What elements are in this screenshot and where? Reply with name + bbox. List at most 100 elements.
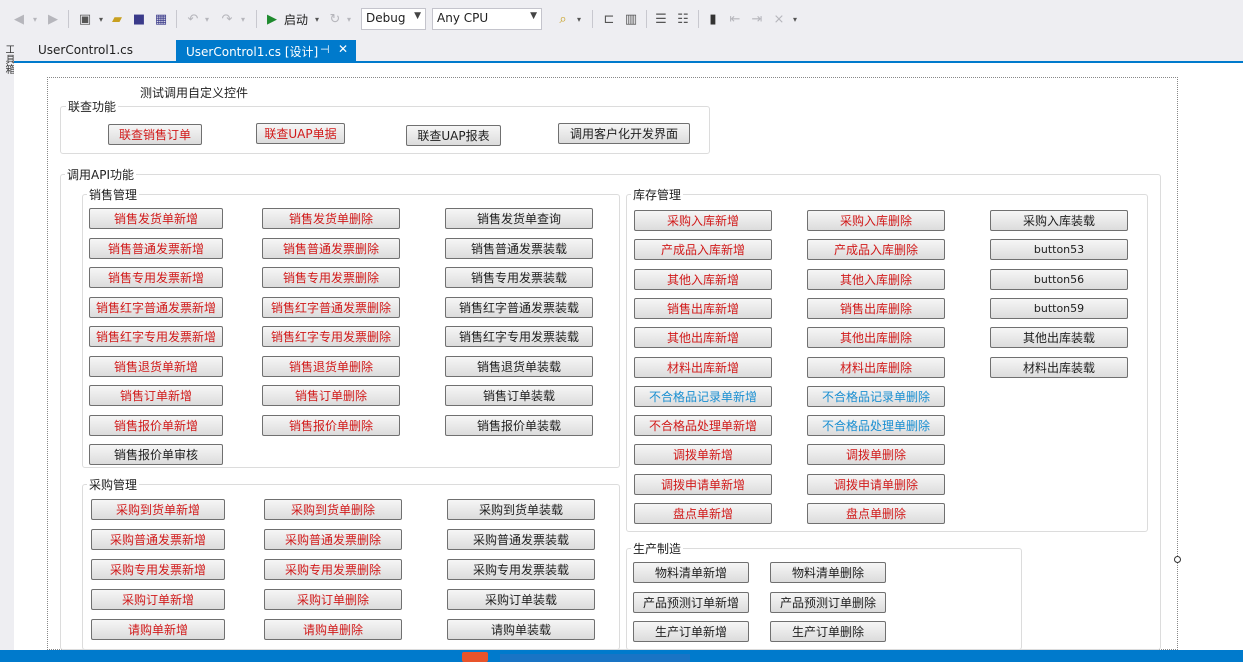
inventory-button[interactable]: 不合格品处理单新增 <box>634 415 772 437</box>
redo-icon[interactable]: ↷ <box>218 8 236 30</box>
undo-icon[interactable]: ↶ <box>184 8 202 30</box>
purchase-button[interactable]: 采购订单装载 <box>447 589 595 610</box>
link-uap-report-button[interactable]: 联查UAP报表 <box>406 125 501 146</box>
sales-button[interactable]: 销售订单删除 <box>262 385 400 406</box>
refresh-dropdown-icon[interactable]: ▾ <box>344 8 354 30</box>
inventory-button[interactable]: 其他出库删除 <box>807 327 945 349</box>
inventory-button[interactable]: 采购入库装载 <box>990 210 1128 231</box>
inventory-button[interactable]: 材料出库装载 <box>990 356 1128 378</box>
inventory-button[interactable]: button56 <box>990 268 1128 290</box>
solution-configuration-select[interactable]: Debug ▼ <box>361 8 426 30</box>
sales-button[interactable]: 销售专用发票装载 <box>445 267 593 288</box>
inventory-button[interactable]: 采购入库新增 <box>634 210 772 231</box>
sales-button[interactable]: 销售专用发票新增 <box>89 267 223 288</box>
open-folder-icon[interactable]: ▰ <box>108 8 126 30</box>
toolbox-strip[interactable]: 工具箱 <box>0 38 15 650</box>
clear-bookmarks-icon[interactable]: ⨯ <box>770 8 788 30</box>
purchase-button[interactable]: 采购到货单装载 <box>447 499 595 520</box>
inventory-button[interactable]: 调拨申请单新增 <box>634 473 772 495</box>
inventory-button[interactable]: 采购入库删除 <box>807 210 945 231</box>
toolbar-overflow-icon[interactable]: ▾ <box>790 8 800 30</box>
undo-dropdown-icon[interactable]: ▾ <box>202 8 212 30</box>
sales-button[interactable]: 销售报价单装载 <box>445 414 593 436</box>
forward-icon[interactable]: ▶ <box>44 8 62 30</box>
purchase-button[interactable]: 请购单删除 <box>264 619 402 640</box>
sales-button[interactable]: 销售普通发票装载 <box>445 237 593 259</box>
sales-button[interactable]: 销售红字普通发票删除 <box>262 296 400 318</box>
sales-button[interactable]: 销售报价单删除 <box>262 414 400 436</box>
find-in-files-icon[interactable]: ⌕ <box>554 8 572 30</box>
tab-usercontrol-code[interactable]: UserControl1.cs <box>28 40 172 62</box>
purchase-button[interactable]: 请购单装载 <box>447 619 595 640</box>
link-uap-document-button[interactable]: 联查UAP单据 <box>256 123 345 144</box>
refresh-icon[interactable]: ↻ <box>326 8 344 30</box>
purchase-button[interactable]: 采购普通发票新增 <box>91 529 225 550</box>
sales-button[interactable]: 销售退货单删除 <box>262 355 400 377</box>
inventory-button[interactable]: button53 <box>990 239 1128 261</box>
new-project-icon[interactable]: ▣ <box>76 8 94 30</box>
sales-button[interactable]: 销售报价单审核 <box>89 444 223 465</box>
purchase-button[interactable]: 采购到货单删除 <box>264 499 402 520</box>
inventory-button[interactable]: 材料出库新增 <box>634 356 772 378</box>
sales-button[interactable]: 销售订单新增 <box>89 385 223 406</box>
inventory-button[interactable]: 销售出库删除 <box>807 297 945 319</box>
purchase-button[interactable]: 采购专用发票新增 <box>91 559 225 580</box>
custom-dev-ui-button[interactable]: 调用客户化开发界面 <box>558 123 690 144</box>
purchase-button[interactable]: 采购订单删除 <box>264 589 402 610</box>
save-icon[interactable]: ■ <box>130 8 148 30</box>
pin-icon[interactable]: ⊣ <box>320 43 330 56</box>
back-icon[interactable]: ◀ <box>10 8 28 30</box>
production-button[interactable]: 产品预测订单删除 <box>770 591 886 613</box>
purchase-button[interactable]: 采购普通发票删除 <box>264 529 402 550</box>
inventory-button[interactable]: 其他出库装载 <box>990 327 1128 349</box>
production-button[interactable]: 物料清单删除 <box>770 562 886 583</box>
purchase-button[interactable]: 采购普通发票装载 <box>447 529 595 550</box>
save-all-icon[interactable]: ▦ <box>152 8 170 30</box>
sales-button[interactable]: 销售红字专用发票装载 <box>445 326 593 347</box>
sales-button[interactable]: 销售普通发票新增 <box>89 237 223 259</box>
sales-button[interactable]: 销售发货单新增 <box>89 208 223 229</box>
inventory-button[interactable]: 产成品入库删除 <box>807 239 945 261</box>
production-button[interactable]: 物料清单新增 <box>633 562 749 583</box>
inventory-button[interactable]: 盘点单删除 <box>807 503 945 524</box>
sales-button[interactable]: 销售退货单装载 <box>445 355 593 377</box>
purchase-button[interactable]: 请购单新增 <box>91 619 225 640</box>
layout-icon[interactable]: ▥ <box>622 8 640 30</box>
purchase-button[interactable]: 采购订单新增 <box>91 589 225 610</box>
start-dropdown-icon[interactable]: ▾ <box>312 8 322 30</box>
production-button[interactable]: 生产订单删除 <box>770 621 886 642</box>
start-icon[interactable]: ▶ <box>264 8 280 30</box>
bookmark-icon[interactable]: ▮ <box>704 8 722 30</box>
sales-button[interactable]: 销售退货单新增 <box>89 355 223 377</box>
find-dropdown-icon[interactable]: ▾ <box>574 8 584 30</box>
align-left-icon[interactable]: ⊏ <box>600 8 618 30</box>
production-button[interactable]: 产品预测订单新增 <box>633 591 749 613</box>
inventory-button[interactable]: 不合格品记录单新增 <box>634 385 772 407</box>
inventory-button[interactable]: 其他入库新增 <box>634 268 772 290</box>
sales-button[interactable]: 销售红字普通发票新增 <box>89 296 223 318</box>
tab-usercontrol-designer[interactable]: UserControl1.cs [设计] ⊣ ✕ <box>176 40 356 62</box>
inventory-button[interactable]: 产成品入库新增 <box>634 239 772 261</box>
sales-button[interactable]: 销售发货单删除 <box>262 208 400 229</box>
purchase-button[interactable]: 采购专用发票删除 <box>264 559 402 580</box>
uncomment-lines-icon[interactable]: ☷ <box>674 8 692 30</box>
comment-lines-icon[interactable]: ☰ <box>652 8 670 30</box>
inventory-button[interactable]: 其他入库删除 <box>807 268 945 290</box>
resize-handle[interactable] <box>1174 556 1181 563</box>
inventory-button[interactable]: button59 <box>990 297 1128 319</box>
close-icon[interactable]: ✕ <box>338 42 348 56</box>
inventory-button[interactable]: 调拨申请单删除 <box>807 473 945 495</box>
solution-platform-select[interactable]: Any CPU ▼ <box>432 8 542 30</box>
sales-button[interactable]: 销售发货单查询 <box>445 208 593 229</box>
production-button[interactable]: 生产订单新增 <box>633 621 749 642</box>
sales-button[interactable]: 销售红字普通发票装载 <box>445 296 593 318</box>
sales-button[interactable]: 销售专用发票删除 <box>262 267 400 288</box>
inventory-button[interactable]: 不合格品记录单删除 <box>807 385 945 407</box>
prev-bookmark-icon[interactable]: ⇤ <box>726 8 744 30</box>
sales-button[interactable]: 销售普通发票删除 <box>262 237 400 259</box>
start-button-label[interactable]: 启动 <box>284 11 308 28</box>
new-dropdown-icon[interactable]: ▾ <box>96 8 106 30</box>
next-bookmark-icon[interactable]: ⇥ <box>748 8 766 30</box>
link-sales-order-button[interactable]: 联查销售订单 <box>108 124 202 145</box>
inventory-button[interactable]: 材料出库删除 <box>807 356 945 378</box>
